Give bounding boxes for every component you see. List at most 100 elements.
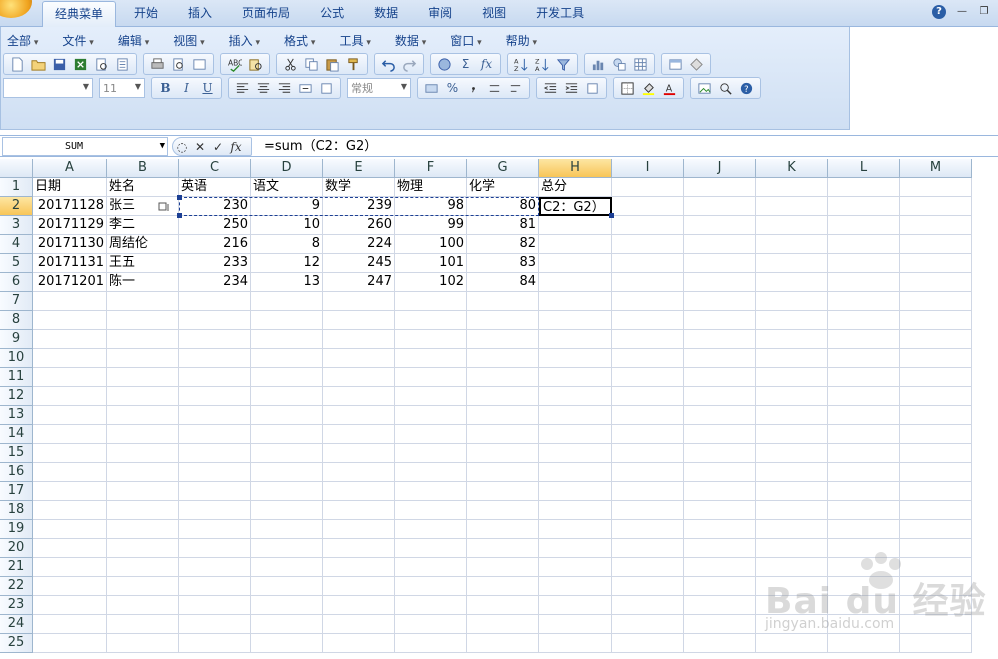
name-box[interactable]: SUM ▼ xyxy=(2,137,168,156)
cell-d10[interactable] xyxy=(251,349,323,368)
cell-h4[interactable] xyxy=(539,235,612,254)
cell-i6[interactable] xyxy=(612,273,684,292)
tab-4[interactable]: 公式 xyxy=(308,1,356,27)
cell-a9[interactable] xyxy=(33,330,107,349)
row-header-7[interactable]: 7 xyxy=(0,292,33,311)
cell-e17[interactable] xyxy=(323,482,395,501)
cell-i7[interactable] xyxy=(612,292,684,311)
cell-m10[interactable] xyxy=(900,349,972,368)
cell-m8[interactable] xyxy=(900,311,972,330)
cell-b22[interactable] xyxy=(107,577,179,596)
cell-k9[interactable] xyxy=(756,330,828,349)
row-header-3[interactable]: 3 xyxy=(0,216,33,235)
cell-j23[interactable] xyxy=(684,596,756,615)
row-header-12[interactable]: 12 xyxy=(0,387,33,406)
cell-g10[interactable] xyxy=(467,349,539,368)
cell-i11[interactable] xyxy=(612,368,684,387)
cell-g14[interactable] xyxy=(467,425,539,444)
underline-button[interactable]: U xyxy=(198,79,217,97)
grid-icon[interactable] xyxy=(631,55,650,73)
cell-b21[interactable] xyxy=(107,558,179,577)
column-header-h[interactable]: H xyxy=(539,159,612,178)
cell-d7[interactable] xyxy=(251,292,323,311)
cell-a5[interactable]: 20171131 xyxy=(33,254,107,273)
cell-f6[interactable]: 102 xyxy=(395,273,467,292)
cell-m1[interactable] xyxy=(900,178,972,197)
cell-g11[interactable] xyxy=(467,368,539,387)
row-header-25[interactable]: 25 xyxy=(0,634,33,653)
row-header-16[interactable]: 16 xyxy=(0,463,33,482)
cell-l9[interactable] xyxy=(828,330,900,349)
number-format-combo[interactable]: 常规 ▼ xyxy=(347,78,411,98)
cell-k4[interactable] xyxy=(756,235,828,254)
tab-3[interactable]: 页面布局 xyxy=(230,1,302,27)
row-header-6[interactable]: 6 xyxy=(0,273,33,292)
cell-h22[interactable] xyxy=(539,577,612,596)
borders-icon[interactable] xyxy=(618,79,637,97)
cell-e14[interactable] xyxy=(323,425,395,444)
expand-icon[interactable]: ◌ xyxy=(173,140,191,154)
cell-e9[interactable] xyxy=(323,330,395,349)
cell-j22[interactable] xyxy=(684,577,756,596)
cell-h14[interactable] xyxy=(539,425,612,444)
cut-icon[interactable] xyxy=(281,55,300,73)
cell-f21[interactable] xyxy=(395,558,467,577)
cell-m21[interactable] xyxy=(900,558,972,577)
cell-m11[interactable] xyxy=(900,368,972,387)
cell-f5[interactable]: 101 xyxy=(395,254,467,273)
cell-l6[interactable] xyxy=(828,273,900,292)
cell-m23[interactable] xyxy=(900,596,972,615)
cell-l22[interactable] xyxy=(828,577,900,596)
row-header-18[interactable]: 18 xyxy=(0,501,33,520)
cell-m13[interactable] xyxy=(900,406,972,425)
cell-d5[interactable]: 12 xyxy=(251,254,323,273)
row-header-10[interactable]: 10 xyxy=(0,349,33,368)
cell-j21[interactable] xyxy=(684,558,756,577)
cell-d12[interactable] xyxy=(251,387,323,406)
window-icon[interactable] xyxy=(666,55,685,73)
cell-a10[interactable] xyxy=(33,349,107,368)
open-folder-icon[interactable] xyxy=(29,55,48,73)
cell-a20[interactable] xyxy=(33,539,107,558)
filter-icon[interactable] xyxy=(554,55,573,73)
cell-j1[interactable] xyxy=(684,178,756,197)
cell-e22[interactable] xyxy=(323,577,395,596)
cell-d4[interactable]: 8 xyxy=(251,235,323,254)
cell-a6[interactable]: 20171201 xyxy=(33,273,107,292)
menu-item-4[interactable]: 插入 xyxy=(223,32,266,50)
cell-a7[interactable] xyxy=(33,292,107,311)
merge-center-icon[interactable] xyxy=(296,79,315,97)
cell-j14[interactable] xyxy=(684,425,756,444)
column-header-c[interactable]: C xyxy=(179,159,251,178)
active-cell-h2[interactable]: C2：G2） xyxy=(539,197,612,216)
tab-0[interactable]: 经典菜单 xyxy=(42,1,117,27)
cell-i19[interactable] xyxy=(612,520,684,539)
cell-j3[interactable] xyxy=(684,216,756,235)
cell-e11[interactable] xyxy=(323,368,395,387)
cell-c14[interactable] xyxy=(179,425,251,444)
column-header-j[interactable]: J xyxy=(684,159,756,178)
row-header-20[interactable]: 20 xyxy=(0,539,33,558)
cell-c12[interactable] xyxy=(179,387,251,406)
cell-j19[interactable] xyxy=(684,520,756,539)
cell-i23[interactable] xyxy=(612,596,684,615)
print-preview-icon[interactable] xyxy=(92,55,111,73)
cell-m14[interactable] xyxy=(900,425,972,444)
cell-d19[interactable] xyxy=(251,520,323,539)
cell-e23[interactable] xyxy=(323,596,395,615)
cell-e1[interactable]: 数学 xyxy=(323,178,395,197)
cell-d21[interactable] xyxy=(251,558,323,577)
cell-l17[interactable] xyxy=(828,482,900,501)
tab-2[interactable]: 插入 xyxy=(176,1,224,27)
cell-l8[interactable] xyxy=(828,311,900,330)
cell-d9[interactable] xyxy=(251,330,323,349)
cell-a15[interactable] xyxy=(33,444,107,463)
cell-e12[interactable] xyxy=(323,387,395,406)
cell-a12[interactable] xyxy=(33,387,107,406)
cell-h12[interactable] xyxy=(539,387,612,406)
cell-b5[interactable]: 王五 xyxy=(107,254,179,273)
cell-l21[interactable] xyxy=(828,558,900,577)
cell-e15[interactable] xyxy=(323,444,395,463)
cell-k12[interactable] xyxy=(756,387,828,406)
column-header-f[interactable]: F xyxy=(395,159,467,178)
